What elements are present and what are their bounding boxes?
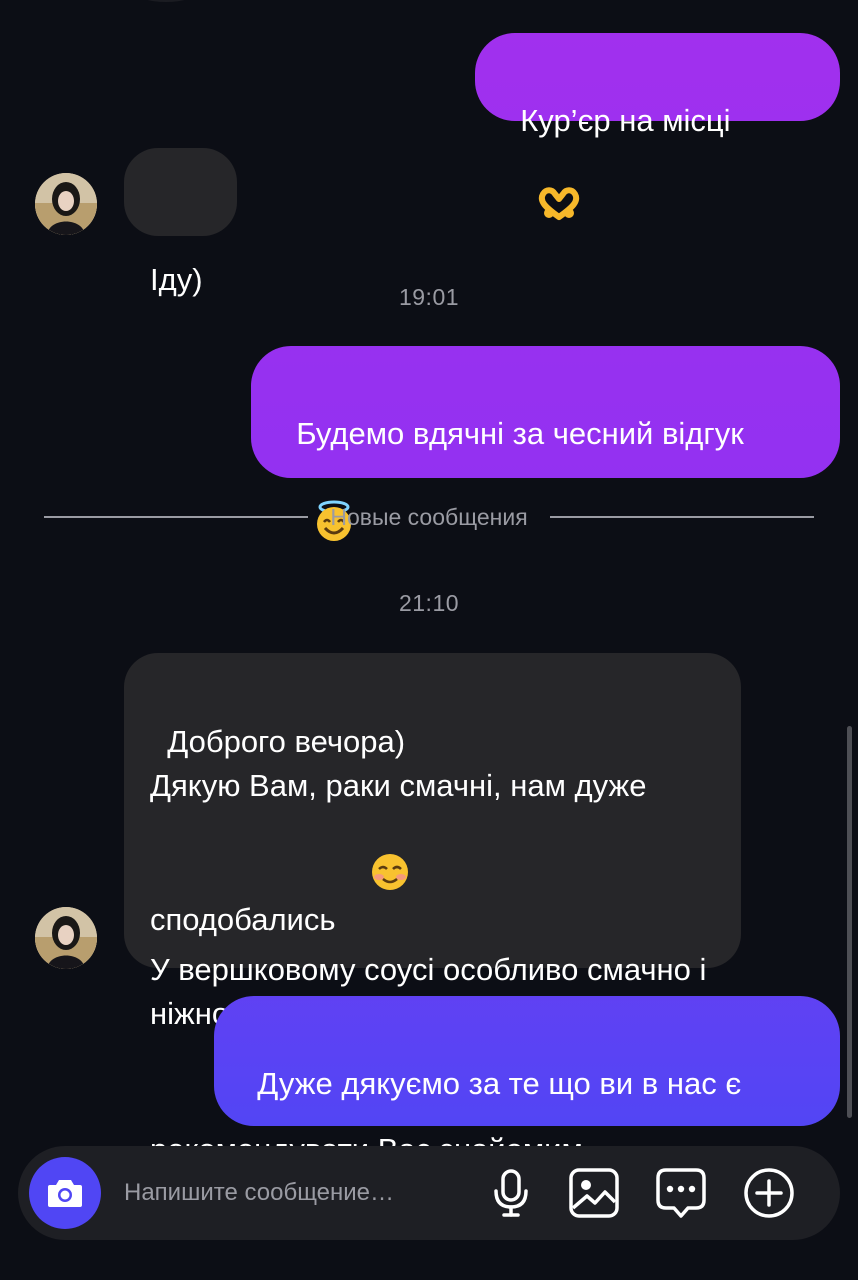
microphone-icon[interactable] — [484, 1166, 538, 1220]
camera-button[interactable] — [29, 1157, 101, 1229]
scrollbar[interactable] — [847, 726, 852, 1118]
message-outgoing[interactable]: Будемо вдячні за чесний відгук — [251, 346, 840, 541]
divider-label: Новые сообщения — [330, 503, 528, 530]
heart-hands-icon — [503, 143, 581, 277]
divider-line — [549, 516, 814, 518]
sticker-message-icon[interactable] — [654, 1166, 708, 1220]
message-outgoing[interactable]: Дуже дякуємо за те що ви в нас є — [214, 996, 840, 1188]
image-icon[interactable] — [567, 1166, 621, 1220]
avatar[interactable] — [35, 173, 97, 235]
message-text: Кур’єр на місці — [520, 103, 740, 138]
message-composer: Напишите сообщение… — [18, 1146, 840, 1240]
message-text: Дуже дякуємо за те що ви в нас є — [257, 1066, 742, 1101]
timestamp: 21:10 — [398, 590, 460, 616]
message-outgoing[interactable]: Кур’єр на місці — [475, 33, 840, 220]
timestamp: 19:01 — [398, 284, 460, 310]
message-incoming[interactable]: Іду) — [124, 148, 237, 297]
avatar[interactable] — [35, 907, 97, 969]
divider-line — [44, 516, 309, 518]
smiling-face-icon — [336, 808, 410, 948]
avatar-fragment — [135, 0, 197, 2]
message-text: Будемо вдячні за чесний відгук — [296, 416, 744, 451]
new-messages-divider: Новые сообщения — [44, 503, 814, 530]
message-input[interactable]: Напишите сообщение… — [124, 1179, 394, 1207]
camera-icon — [48, 1180, 82, 1207]
plus-circle-icon[interactable] — [742, 1166, 796, 1220]
message-incoming[interactable]: Доброго вечора) Дякую Вам, раки смачні, … — [124, 653, 741, 1167]
